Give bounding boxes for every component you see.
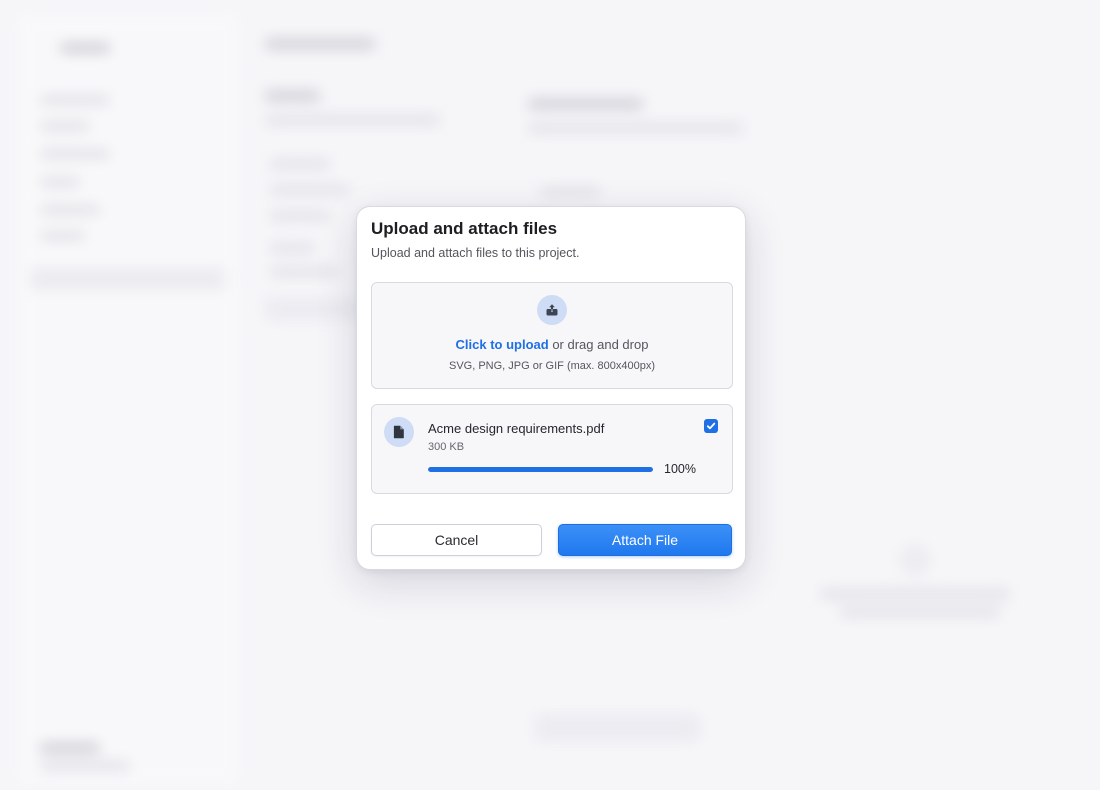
upload-progress-label: 100% [664, 462, 696, 476]
upload-progress-bar [428, 467, 653, 472]
cancel-button[interactable]: Cancel [371, 524, 542, 556]
background-sidebar [18, 14, 240, 784]
checkmark-icon [706, 422, 716, 430]
upload-dropzone[interactable]: Click to upload or drag and drop SVG, PN… [371, 282, 733, 389]
uploaded-file-card: Acme design requirements.pdf 300 KB 100% [371, 404, 733, 494]
file-name: Acme design requirements.pdf [428, 421, 605, 436]
modal-title: Upload and attach files [371, 219, 558, 238]
click-to-upload-link[interactable]: Click to upload [456, 337, 549, 352]
dropzone-instruction: Click to upload or drag and drop [372, 337, 732, 352]
upload-icon [537, 295, 567, 325]
modal-subtitle: Upload and attach files to this project. [371, 246, 580, 260]
upload-modal: Upload and attach files Upload and attac… [356, 206, 746, 570]
dropzone-hint: SVG, PNG, JPG or GIF (max. 800x400px) [448, 360, 655, 372]
upload-progress-fill [428, 467, 653, 472]
file-checkbox[interactable] [704, 419, 718, 433]
drag-and-drop-text: or drag and drop [552, 337, 649, 352]
attach-file-button[interactable]: Attach File [558, 524, 732, 556]
file-size: 300 KB [428, 441, 465, 453]
document-icon [384, 417, 414, 447]
